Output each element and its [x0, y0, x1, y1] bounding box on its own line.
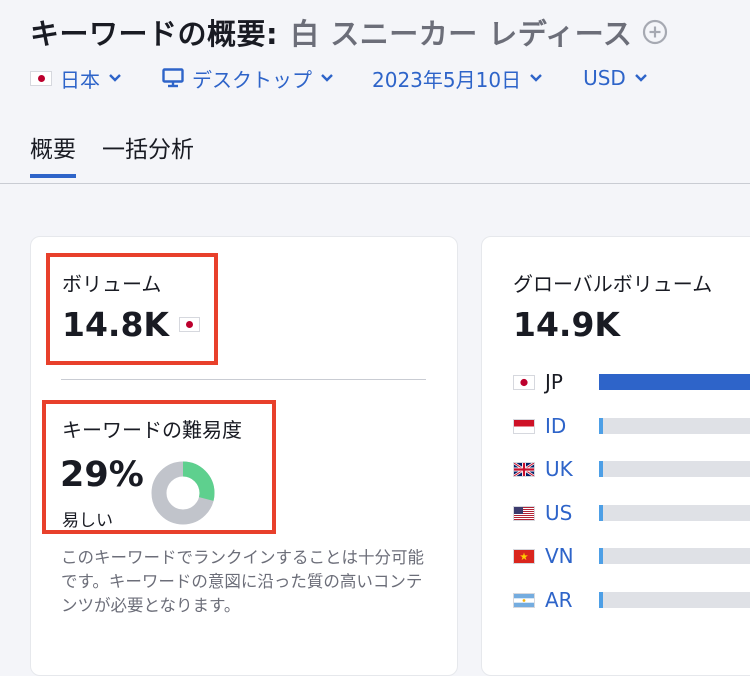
volume-highlight-box: [46, 253, 218, 365]
chevron-down-icon: [108, 73, 122, 83]
country-code-label[interactable]: AR: [545, 588, 589, 612]
country-row-jp: JP: [513, 370, 750, 394]
device-selector[interactable]: デスクトップ: [162, 64, 334, 93]
keyword-title: 白 スニーカー レディース: [290, 17, 633, 51]
tab-bar: 概要 一括分析: [30, 130, 220, 178]
chevron-down-icon: [529, 73, 543, 83]
global-volume-label: グローバルボリューム: [513, 272, 713, 296]
page-title: キーワードの概要:: [30, 17, 279, 51]
add-keyword-plus-icon[interactable]: [642, 19, 668, 45]
country-volume-bar-track: [599, 548, 750, 564]
ar-flag-icon: [513, 592, 535, 608]
filter-bar: 日本 デスクトップ 2023年5月10日 USD: [30, 62, 648, 94]
country-volume-bar-track: [599, 505, 750, 521]
country-volume-bar-fill: [599, 505, 603, 521]
uk-flag-icon: [513, 461, 535, 477]
country-row-id[interactable]: ID: [513, 414, 750, 438]
country-volume-bar-track: [599, 461, 750, 477]
country-row-ar[interactable]: AR: [513, 588, 750, 612]
jp-flag-icon: [30, 70, 52, 86]
us-flag-icon: [513, 505, 535, 521]
currency-label: USD: [583, 66, 626, 90]
vn-flag-icon: [513, 548, 535, 564]
database-label: 日本: [60, 67, 100, 92]
country-volume-bar-track: [599, 592, 750, 608]
country-volume-bar-track: [599, 374, 750, 390]
page-title-row: キーワードの概要: 白 スニーカー レディース: [30, 12, 668, 52]
country-code-label[interactable]: ID: [545, 414, 589, 438]
chevron-down-icon: [634, 73, 648, 83]
country-volume-bar-track: [599, 418, 750, 434]
difficulty-description: このキーワードでランクインすることは十分可能です。キーワードの意図に沿った質の高…: [61, 548, 424, 615]
database-selector[interactable]: 日本: [30, 64, 122, 93]
currency-selector[interactable]: USD: [583, 66, 648, 90]
country-code-label[interactable]: VN: [545, 544, 589, 568]
device-label: デスクトップ: [192, 67, 312, 92]
country-row-uk[interactable]: UK: [513, 457, 750, 481]
date-selector[interactable]: 2023年5月10日: [372, 64, 543, 93]
country-volume-bar-fill: [599, 548, 603, 564]
country-volume-bar-fill: [599, 374, 750, 390]
date-label: 2023年5月10日: [372, 67, 522, 92]
country-code-label[interactable]: US: [545, 501, 589, 525]
jp-flag-icon: [513, 374, 535, 390]
desktop-monitor-icon: [162, 68, 184, 88]
country-volume-bar-fill: [599, 461, 603, 477]
country-row-vn[interactable]: VN: [513, 544, 750, 568]
country-code-label: JP: [545, 370, 563, 394]
id-flag-icon: [513, 418, 535, 434]
global-volume-value: 14.9K: [513, 305, 620, 344]
chevron-down-icon: [320, 73, 334, 83]
card-divider: [61, 379, 426, 380]
country-row-us[interactable]: US: [513, 501, 750, 525]
tab-bulk-analysis[interactable]: 一括分析: [102, 130, 194, 178]
page-header: キーワードの概要: 白 スニーカー レディース 日本 デスクトップ 2023年5…: [0, 0, 750, 183]
country-code-label[interactable]: UK: [545, 457, 589, 481]
header-divider: [0, 183, 750, 184]
tab-overview[interactable]: 概要: [30, 130, 76, 178]
country-volume-bar-fill: [599, 592, 603, 608]
difficulty-highlight-box: [42, 400, 276, 534]
country-volume-bar-fill: [599, 418, 603, 434]
